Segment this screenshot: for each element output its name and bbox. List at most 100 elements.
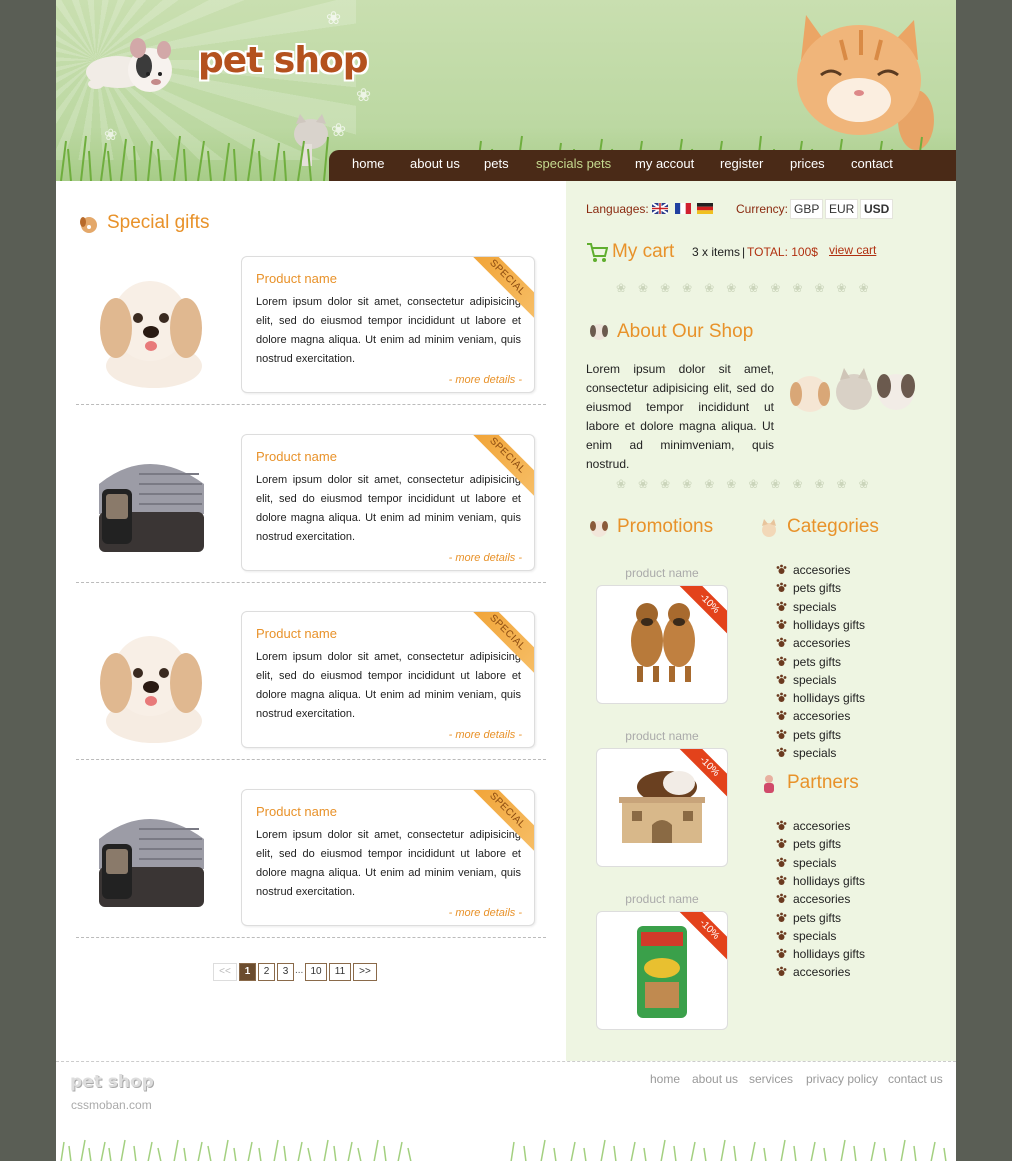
partner-item[interactable]: pets gifts	[776, 837, 841, 851]
page-prev-button[interactable]: <<	[213, 963, 237, 981]
partner-item[interactable]: specials	[776, 856, 836, 870]
product-card: Product name Lorem ipsum dolor sit amet,…	[76, 789, 546, 938]
nav-specials-pets[interactable]: specials pets	[536, 156, 611, 171]
paw-bullet-icon	[776, 582, 787, 593]
partner-item[interactable]: accesories	[776, 892, 850, 906]
partner-item[interactable]: accesories	[776, 819, 850, 833]
footer-nav-home[interactable]: home	[650, 1072, 680, 1086]
page-1-button[interactable]: 1	[239, 963, 256, 981]
main-content: Special gifts Product name Lorem ipsum d…	[56, 181, 566, 1061]
product-name[interactable]: Product name	[256, 449, 337, 464]
nav-my-account[interactable]: my accout	[635, 156, 694, 171]
list-item-label: accesories	[793, 563, 851, 577]
promo-product-name[interactable]: product name	[596, 892, 728, 906]
promo-product-name[interactable]: product name	[596, 566, 728, 580]
nav-home[interactable]: home	[352, 156, 385, 171]
footer-nav-services[interactable]: services	[749, 1072, 793, 1086]
header: pet shop ❀ ❀ ❀ ❀ home about us pets spec…	[56, 0, 956, 181]
more-details-link[interactable]: - more details -	[449, 907, 522, 919]
list-item-label: accesories	[793, 819, 851, 833]
category-item[interactable]: specials	[776, 746, 836, 760]
person-icon	[764, 775, 774, 793]
promo-product-card[interactable]: -10%	[596, 748, 728, 867]
category-item[interactable]: pets gifts	[776, 581, 841, 595]
flag-france-icon[interactable]	[675, 203, 691, 214]
page-10-button[interactable]: 10	[305, 963, 327, 981]
paw-bullet-icon	[776, 564, 787, 574]
nav-about-us[interactable]: about us	[410, 156, 460, 171]
paw-bullet-icon	[776, 857, 787, 867]
promo-product-card[interactable]: -10%	[596, 585, 728, 704]
page-3-button[interactable]: 3	[277, 963, 294, 981]
page-2-button[interactable]: 2	[258, 963, 275, 981]
partners-title: Partners	[787, 772, 859, 793]
about-text: Lorem ipsum dolor sit amet, consectetur …	[586, 362, 774, 471]
category-item[interactable]: pets gifts	[776, 655, 841, 669]
product-name[interactable]: Product name	[256, 804, 337, 819]
puppy-image	[100, 281, 202, 388]
more-details-link[interactable]: - more details -	[449, 729, 522, 741]
footer-logo[interactable]: pet shop	[70, 1072, 154, 1092]
category-item[interactable]: accesories	[776, 709, 850, 723]
category-item[interactable]: pets gifts	[776, 728, 841, 742]
dog-face-icon	[590, 324, 608, 340]
currency-usd[interactable]: USD	[860, 199, 894, 219]
category-item[interactable]: accesories	[776, 636, 850, 650]
cart-total: TOTAL: 100$	[747, 245, 818, 259]
list-item-label: hollidays gifts	[793, 617, 866, 632]
paw-bullet-icon	[776, 820, 787, 830]
nav-register[interactable]: register	[720, 156, 763, 171]
list-item-label: accesories	[793, 965, 851, 980]
view-cart-link[interactable]: view cart	[829, 243, 876, 257]
currency-eur[interactable]: EUR	[825, 199, 859, 219]
paw-bullet-icon	[776, 875, 787, 885]
footer-site[interactable]: cssmoban.com	[71, 1098, 152, 1112]
partner-item[interactable]: hollidays gifts	[776, 874, 865, 888]
flag-uk-icon[interactable]	[652, 203, 668, 214]
promo-product-name[interactable]: product name	[596, 729, 728, 743]
paw-divider: ❀❀❀❀❀❀❀❀❀❀❀❀	[616, 477, 881, 491]
promotions-title: Promotions	[617, 516, 714, 537]
paw-bullet-icon	[776, 729, 787, 739]
partner-item[interactable]: specials	[776, 929, 836, 943]
paw-bullet-icon	[776, 912, 787, 922]
partner-item[interactable]: hollidays gifts	[776, 947, 865, 961]
more-details-link[interactable]: - more details -	[449, 552, 522, 564]
category-item[interactable]: hollidays gifts	[776, 691, 865, 705]
page: pet shop ❀ ❀ ❀ ❀ home about us pets spec…	[56, 0, 956, 1161]
nav-prices[interactable]: prices	[790, 156, 825, 171]
footer-nav-about-us[interactable]: about us	[692, 1072, 738, 1086]
footer-nav-privacy-policy[interactable]: privacy policy	[806, 1072, 878, 1086]
puppy-icon	[590, 521, 608, 537]
promo-product-card[interactable]: -10%	[596, 911, 728, 1030]
paw-bullet-icon	[776, 966, 787, 977]
list-item-label: pets gifts	[793, 654, 842, 669]
category-item[interactable]: hollidays gifts	[776, 618, 865, 632]
paw-bullet-icon	[776, 601, 787, 611]
nav-contact[interactable]: contact	[851, 156, 893, 171]
nav-pets[interactable]: pets	[484, 156, 509, 171]
more-details-link[interactable]: - more details -	[449, 374, 522, 386]
product-info-box: Product name Lorem ipsum dolor sit amet,…	[241, 611, 535, 748]
product-description: Lorem ipsum dolor sit amet, consectetur …	[256, 296, 521, 365]
category-item[interactable]: accesories	[776, 563, 850, 577]
flag-germany-icon[interactable]	[697, 203, 713, 214]
list-item-label: specials	[793, 672, 837, 687]
partner-item[interactable]: accesories	[776, 965, 850, 979]
footer-nav-contact-us[interactable]: contact us	[888, 1072, 943, 1086]
product-name[interactable]: Product name	[256, 271, 337, 286]
list-item-label: pets gifts	[793, 727, 842, 742]
bulldog-illustration	[86, 38, 172, 92]
site-logo[interactable]: pet shop	[198, 40, 368, 81]
partner-item[interactable]: pets gifts	[776, 911, 841, 925]
page-next-button[interactable]: >>	[353, 963, 377, 981]
product-name[interactable]: Product name	[256, 626, 337, 641]
currency-gbp[interactable]: GBP	[790, 199, 824, 219]
paw-bullet-icon	[776, 619, 787, 629]
category-item[interactable]: specials	[776, 673, 836, 687]
sidebar: Languages: Currency: GBP EUR USD My cart…	[566, 181, 956, 1061]
category-item[interactable]: specials	[776, 600, 836, 614]
product-info-box: Product name Lorem ipsum dolor sit amet,…	[241, 256, 535, 393]
page-11-button[interactable]: 11	[329, 963, 351, 981]
categories-title: Categories	[787, 516, 879, 537]
